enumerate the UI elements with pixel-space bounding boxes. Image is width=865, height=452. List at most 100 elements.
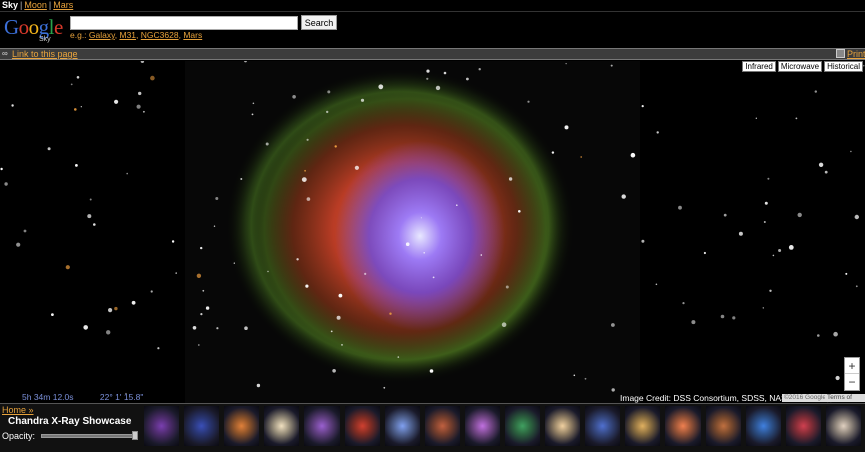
star — [143, 110, 145, 113]
search-examples: e.g.: Galaxy, M31, NGC3628, Mars — [70, 30, 203, 40]
zoom-in-button[interactable]: + — [845, 358, 859, 374]
star — [732, 316, 736, 320]
star — [336, 315, 341, 320]
star — [795, 117, 798, 120]
sky-map[interactable]: Infrared Microwave Historical + − 5h 34m… — [0, 61, 865, 403]
star — [332, 369, 336, 373]
thumb-2[interactable] — [184, 406, 220, 446]
example-link-mars[interactable]: Mars — [183, 30, 202, 40]
star — [330, 330, 333, 333]
star — [171, 240, 175, 243]
star — [518, 210, 521, 213]
star — [641, 239, 645, 243]
thumb-7[interactable] — [384, 406, 420, 446]
star — [70, 83, 73, 86]
star — [16, 242, 21, 247]
terms-of-use-link[interactable]: Terms of Use — [825, 394, 865, 403]
thumb-18[interactable] — [825, 406, 861, 446]
printer-icon[interactable] — [836, 49, 845, 58]
star — [47, 147, 51, 151]
star — [389, 312, 392, 315]
star — [855, 285, 858, 288]
star — [611, 323, 615, 327]
thumb-14[interactable] — [665, 406, 701, 446]
nav-moon[interactable]: Moon — [24, 0, 47, 10]
star — [197, 344, 200, 346]
link-to-page[interactable]: Link to this page — [12, 49, 78, 59]
sky-imagery — [0, 61, 865, 403]
thumb-6[interactable] — [344, 406, 380, 446]
star — [216, 327, 219, 330]
star — [723, 213, 727, 217]
example-link-ngc3628[interactable]: NGC3628 — [141, 30, 179, 40]
layer-infrared-button[interactable]: Infrared — [742, 61, 776, 72]
star — [306, 138, 309, 141]
print-link[interactable]: Print — [847, 49, 865, 59]
star — [65, 265, 70, 270]
layer-historical-button[interactable]: Historical — [824, 61, 863, 72]
star — [213, 225, 216, 227]
thumb-8[interactable] — [424, 406, 460, 446]
thumb-3[interactable] — [224, 406, 260, 446]
thumb-11[interactable] — [545, 406, 581, 446]
star — [304, 169, 306, 172]
opacity-slider-handle[interactable] — [132, 431, 138, 440]
star — [244, 326, 248, 331]
thumb-5[interactable] — [304, 406, 340, 446]
star — [655, 283, 658, 286]
star — [466, 77, 469, 81]
nav-mars[interactable]: Mars — [53, 0, 73, 10]
nav-separator: | — [20, 0, 23, 10]
star — [252, 102, 255, 105]
search-input[interactable] — [70, 16, 298, 30]
thumb-4[interactable] — [264, 406, 300, 446]
star — [196, 273, 202, 278]
star — [364, 272, 367, 275]
star — [480, 254, 483, 256]
layer-microwave-button[interactable]: Microwave — [777, 61, 823, 72]
star — [296, 258, 299, 261]
star — [150, 75, 155, 81]
star — [833, 331, 838, 337]
star — [630, 152, 636, 158]
search-button[interactable]: Search — [301, 15, 337, 30]
star — [443, 71, 447, 75]
star — [551, 151, 555, 154]
star — [23, 229, 27, 233]
star — [240, 178, 243, 180]
thumb-10[interactable] — [504, 406, 541, 446]
star — [429, 369, 434, 373]
star — [641, 105, 644, 108]
link-chain-icon: ∞ — [2, 49, 8, 58]
thumb-13[interactable] — [625, 406, 661, 446]
example-link-m31[interactable]: M31 — [119, 30, 136, 40]
zoom-out-button[interactable]: − — [845, 374, 859, 390]
example-link-galaxy[interactable]: Galaxy — [89, 30, 115, 40]
star — [584, 377, 587, 380]
home-link[interactable]: Home » — [2, 405, 34, 415]
thumb-12[interactable] — [585, 406, 621, 446]
star — [150, 290, 153, 293]
logo-letter: o — [28, 15, 40, 39]
star — [251, 113, 254, 116]
opacity-slider[interactable] — [41, 434, 135, 438]
star — [573, 374, 576, 377]
star — [426, 77, 429, 80]
thumb-1[interactable] — [144, 406, 180, 446]
thumbnail-strip — [143, 404, 865, 452]
thumb-16[interactable] — [745, 406, 781, 446]
thumb-15[interactable] — [705, 406, 741, 446]
star — [192, 326, 197, 330]
star — [89, 198, 92, 201]
thumb-17[interactable] — [785, 406, 821, 446]
google-sky-logo[interactable]: Google Sky — [4, 15, 66, 44]
star — [354, 165, 359, 170]
nav-sky[interactable]: Sky — [2, 0, 18, 10]
declination: 22° 1' 15.8" — [99, 392, 144, 402]
thumb-9[interactable] — [464, 406, 500, 446]
star — [814, 90, 817, 93]
star — [767, 177, 770, 180]
star — [301, 177, 307, 182]
star — [565, 63, 567, 65]
logo-sky-label: Sky — [39, 36, 51, 43]
